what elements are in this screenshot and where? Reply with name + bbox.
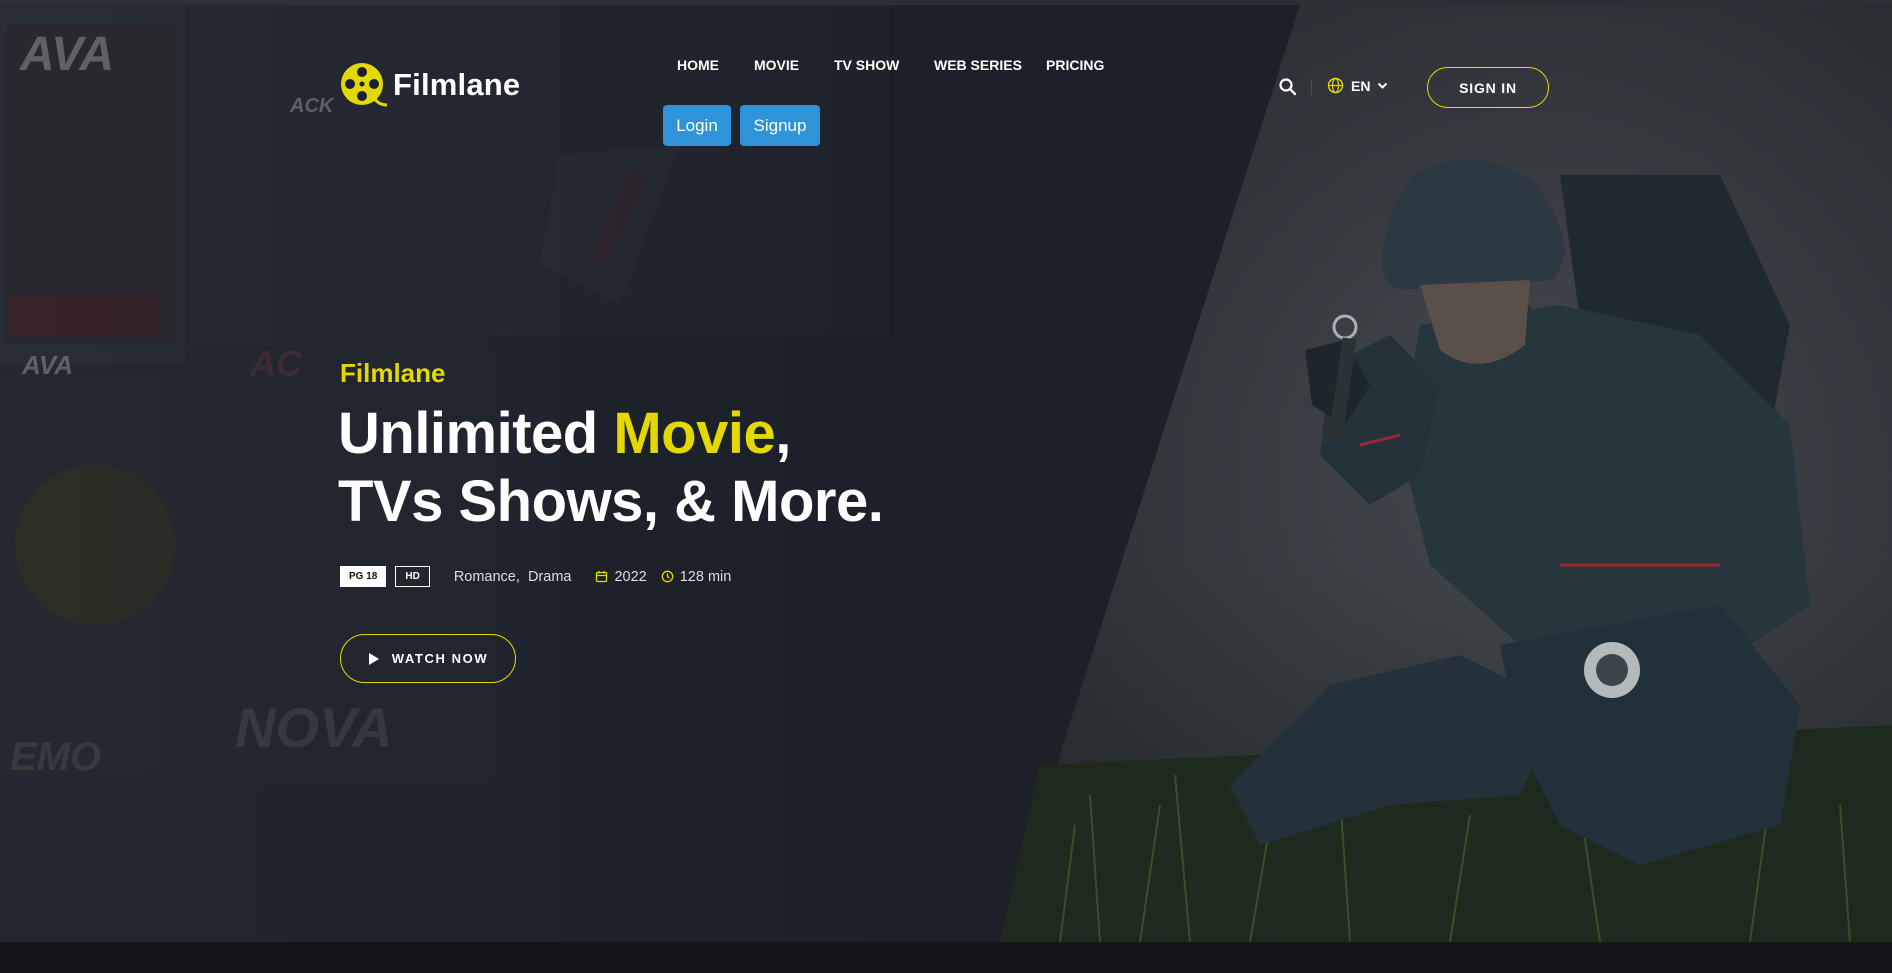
hero-banner: AVA AVA ACK NOVA EMO AC: [0, 5, 1892, 942]
poster-text: NOVA: [235, 696, 393, 759]
poster-text: EMO: [10, 735, 102, 779]
sign-in-button[interactable]: SIGN IN: [1427, 67, 1549, 108]
clock-icon: [661, 570, 674, 583]
headline-text: Unlimited: [338, 401, 614, 466]
movie-meta: PG 18 HD Romance, Drama 2022 128 min: [340, 566, 731, 587]
page-bottom-band: [0, 942, 1892, 973]
poster-text: AVA: [22, 350, 74, 380]
brand-logo[interactable]: Filmlane: [339, 61, 520, 109]
year-text: 2022: [614, 568, 647, 585]
hero-subtitle: Filmlane: [340, 358, 446, 388]
login-button[interactable]: Login: [663, 105, 731, 146]
nav-item-movie[interactable]: MOVIE: [754, 57, 799, 73]
header-divider: [1311, 80, 1312, 95]
nav-item-pricing[interactable]: PRICING: [1046, 57, 1104, 73]
film-reel-icon: [341, 63, 387, 107]
headline-line-2: TVs Shows, & More.: [338, 469, 884, 534]
watch-now-button[interactable]: WATCH NOW: [340, 634, 516, 683]
nav-item-tv-show[interactable]: TV SHOW: [834, 57, 899, 73]
nav-item-home[interactable]: HOME: [677, 57, 719, 73]
signup-button[interactable]: Signup: [740, 105, 820, 146]
poster-text: AC: [250, 343, 302, 384]
genre-list: Romance, Drama: [453, 568, 572, 585]
play-icon: [368, 652, 379, 665]
rating-badge: PG 18: [340, 566, 387, 587]
duration: 128 min: [661, 568, 732, 585]
poster-text: ACK: [290, 95, 334, 117]
globe-icon: [1327, 77, 1344, 94]
watch-now-label: WATCH NOW: [391, 651, 489, 666]
language-label: EN: [1351, 77, 1371, 94]
search-icon[interactable]: [1278, 77, 1298, 97]
headline-comma: ,: [775, 401, 791, 466]
headline-highlight: Movie: [613, 401, 776, 466]
hero-headline: Unlimited Movie, TVs Shows, & More.: [338, 400, 884, 536]
brand-name: Filmlane: [393, 67, 521, 102]
chevron-down-icon: [1378, 82, 1388, 89]
quality-badge: HD: [395, 566, 430, 587]
nav-item-web-series[interactable]: WEB SERIES: [934, 57, 1022, 73]
calendar-icon: [596, 571, 608, 583]
release-year: 2022: [595, 568, 647, 585]
poster-text: AVA: [20, 28, 115, 81]
language-selector[interactable]: EN: [1327, 77, 1388, 94]
duration-text: 128 min: [679, 568, 732, 585]
hero-background-art: [0, 5, 1892, 942]
